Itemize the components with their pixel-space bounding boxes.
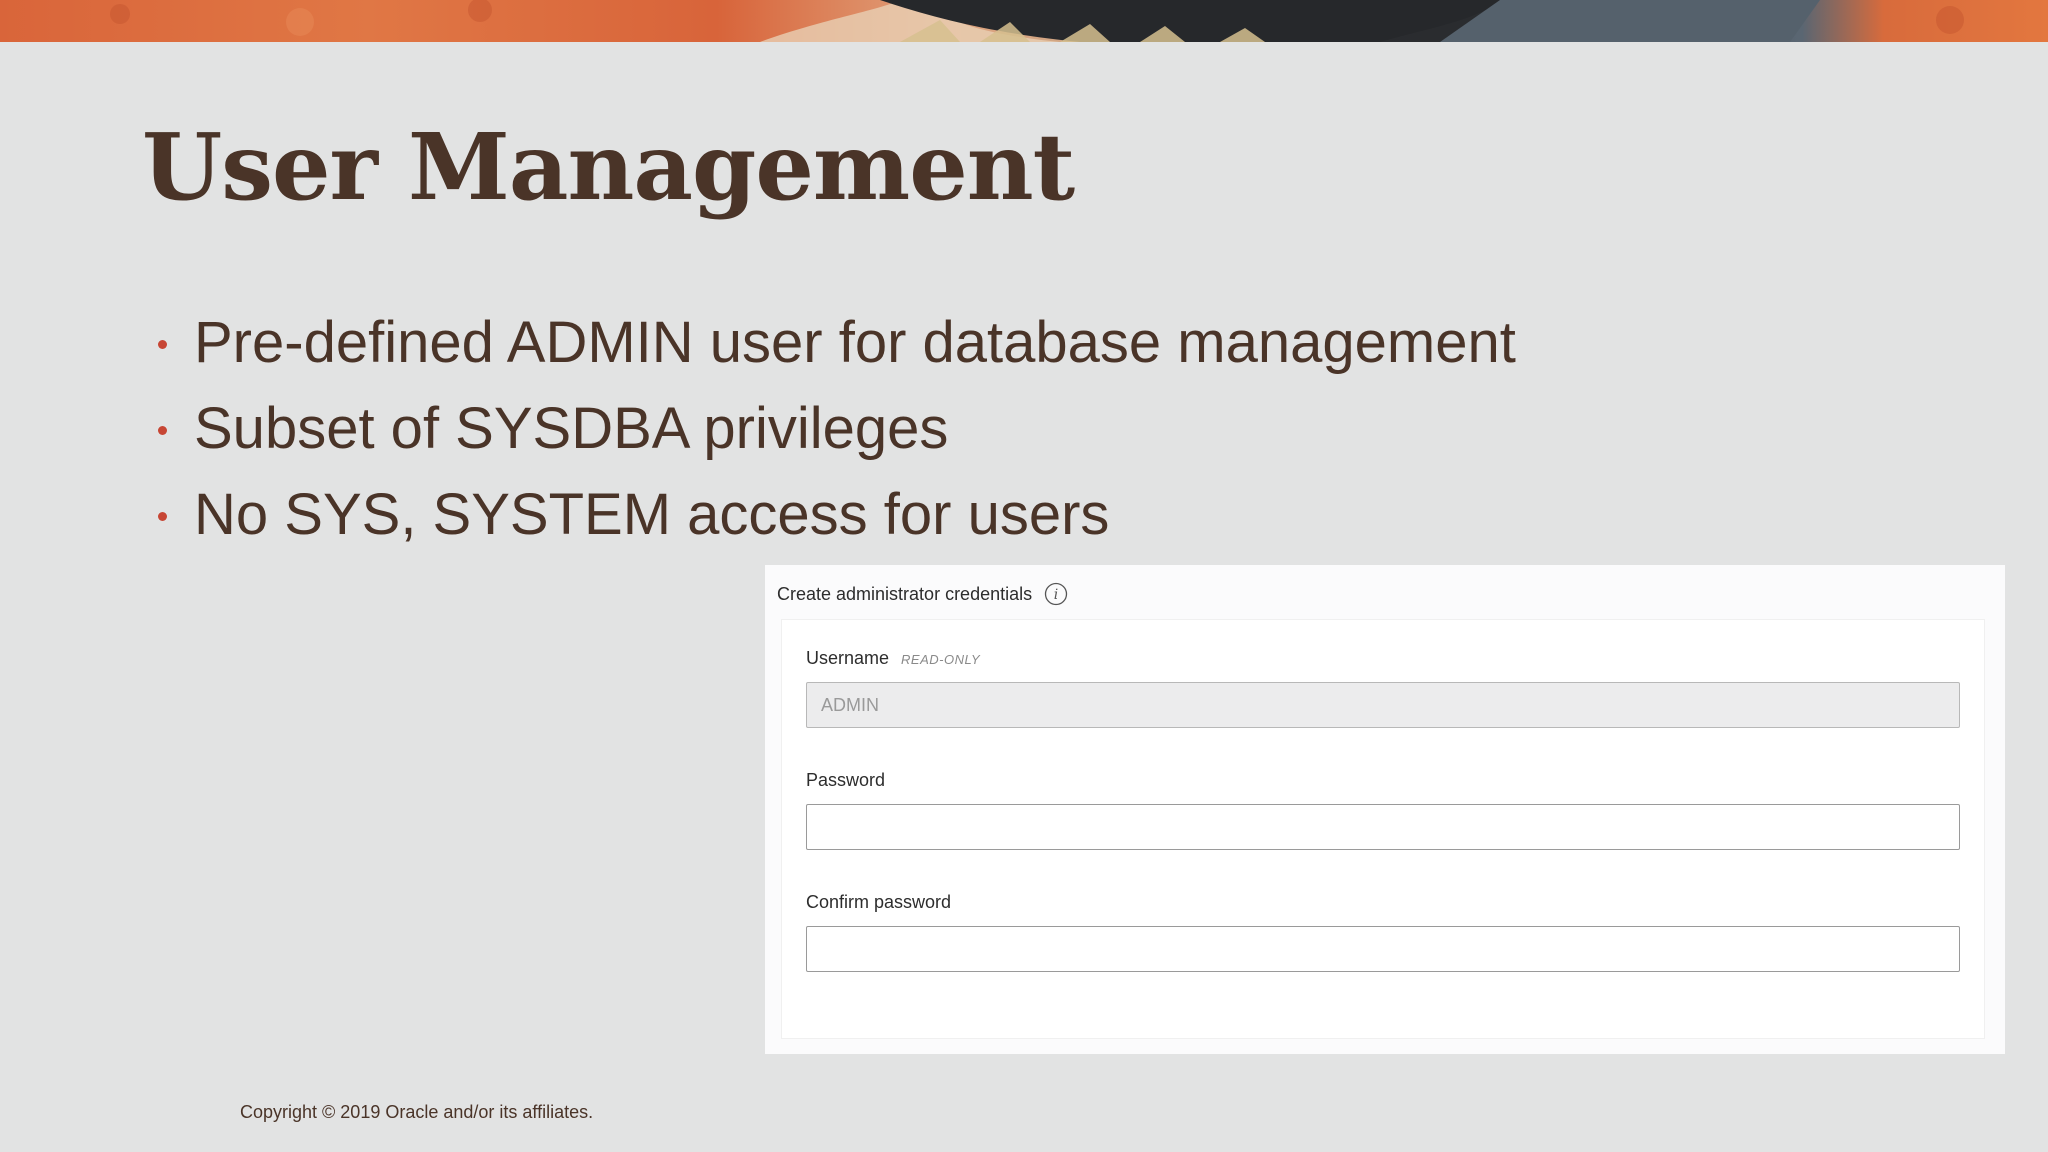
confirm-password-input[interactable] <box>806 926 1960 972</box>
slide-title: User Management <box>142 113 1075 221</box>
confirm-password-field-group: Confirm password <box>806 892 1960 972</box>
bullet-item: Subset of SYSDBA privileges <box>150 386 1516 472</box>
bullet-list: Pre-defined ADMIN user for database mana… <box>150 300 1516 558</box>
password-label: Password <box>806 770 886 790</box>
bullet-item: No SYS, SYSTEM access for users <box>150 472 1516 558</box>
password-label-row: Password <box>806 770 1960 794</box>
panel-header: Create administrator credentials i <box>777 579 1068 609</box>
bullet-dot-icon <box>158 512 167 521</box>
bullet-item: Pre-defined ADMIN user for database mana… <box>150 300 1516 386</box>
panel-title: Create administrator credentials <box>777 583 1033 604</box>
password-field-group: Password <box>806 770 1960 850</box>
username-label-row: Username READ-ONLY <box>806 648 1960 672</box>
credentials-form: Username READ-ONLY Password Confirm pass… <box>781 619 1985 1039</box>
bullet-dot-icon <box>158 426 167 435</box>
decorative-banner <box>0 0 2048 42</box>
banner-artwork <box>110 0 1964 42</box>
svg-text:i: i <box>1054 587 1058 603</box>
username-input[interactable] <box>806 682 1960 728</box>
bullet-dot-icon <box>158 340 167 349</box>
bullet-text: Pre-defined ADMIN user for database mana… <box>194 310 1516 375</box>
password-input[interactable] <box>806 804 1960 850</box>
username-label: Username <box>806 648 890 668</box>
confirm-password-label: Confirm password <box>806 892 952 912</box>
bullet-text: No SYS, SYSTEM access for users <box>194 482 1110 547</box>
admin-credentials-panel: Create administrator credentials i Usern… <box>765 565 2005 1054</box>
username-field-group: Username READ-ONLY <box>806 648 1960 728</box>
copyright-footer: Copyright © 2019 Oracle and/or its affil… <box>240 1102 594 1122</box>
read-only-tag: READ-ONLY <box>901 652 981 667</box>
info-icon[interactable]: i <box>1044 582 1068 606</box>
bullet-text: Subset of SYSDBA privileges <box>194 396 949 461</box>
confirm-password-label-row: Confirm password <box>806 892 1960 916</box>
